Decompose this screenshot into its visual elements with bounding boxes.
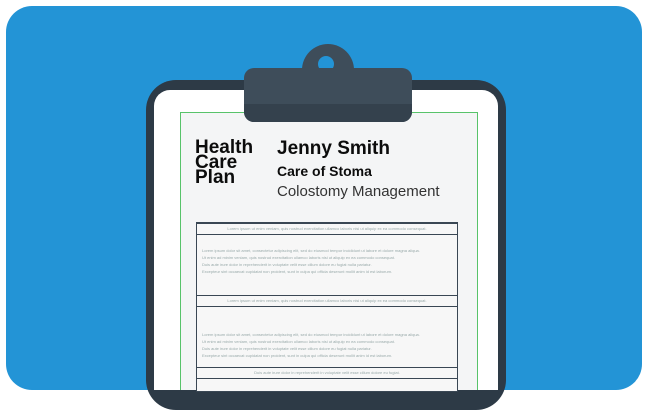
table-text-line: Ut enim ad minim veniam, quis nostrud ex… [202,339,395,344]
table-header-row: Duis aute irure dolor in reprehenderit i… [197,367,457,379]
document-subtitle: Colostomy Management [277,183,440,200]
document-heading: Health Care Plan [195,138,265,188]
table-text-line: Duis aute irure dolor in reprehenderit i… [202,262,372,267]
table-header-row: Lorem ipsum ut enim veniam, quis nostrud… [197,295,457,307]
patient-name: Jenny Smith [277,138,390,159]
clip-shadow [244,104,412,122]
section-title: Care of Stoma [277,163,372,179]
table-text-line: Excepteur sint occaecat cupidatat non pr… [202,269,393,274]
table-body-row: Lorem ipsum dolor sit amet, consectetur … [202,247,452,275]
heading-line: Plan [195,167,236,188]
table-body-row: Lorem ipsum dolor sit amet, consectetur … [202,331,452,359]
care-table: Lorem ipsum ut enim veniam, quis nostrud… [196,222,458,392]
table-header-row: Lorem ipsum ut enim veniam, quis nostrud… [197,223,457,235]
table-text-line: Lorem ipsum dolor sit amet, consectetur … [202,332,420,337]
table-text-line: Ut enim ad minim veniam, quis nostrud ex… [202,255,395,260]
table-text-line: Excepteur sint occaecat cupidatat non pr… [202,353,393,358]
table-text-line: Duis aute irure dolor in reprehenderit i… [202,346,372,351]
table-text-line: Lorem ipsum dolor sit amet, consectetur … [202,248,420,253]
